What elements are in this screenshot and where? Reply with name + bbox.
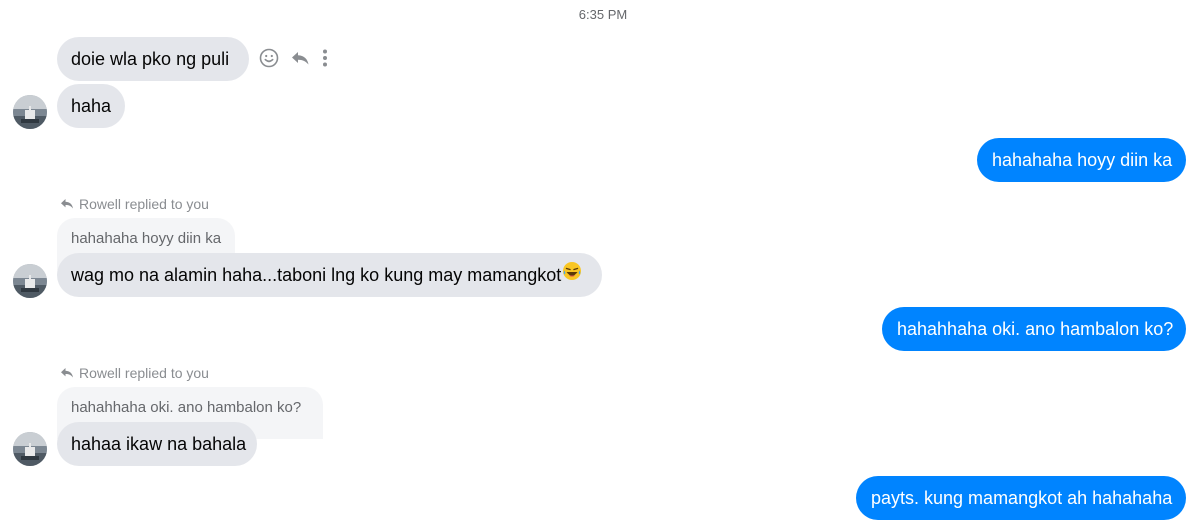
reply-arrow-icon xyxy=(61,368,73,378)
message-text: hahahaha hoyy diin ka xyxy=(992,150,1173,170)
outgoing-message[interactable]: payts. kung mamangkot ah hahahaha xyxy=(856,476,1186,520)
quoted-text: hahahaha hoyy diin ka xyxy=(71,230,222,247)
reply-indicator: Rowell replied to you xyxy=(60,196,209,212)
message-text: haha xyxy=(71,96,112,116)
message-text: hahahhaha oki. ano hambalon ko? xyxy=(897,319,1174,339)
reply-indicator-text: Rowell replied to you xyxy=(79,196,209,212)
quoted-text: hahahhaha oki. ano hambalon ko? xyxy=(71,399,302,416)
message-text: wag mo na alamin haha...taboni lng ko ku… xyxy=(71,265,562,285)
reply-arrow-icon xyxy=(61,199,73,209)
incoming-message[interactable]: haha xyxy=(57,84,125,128)
incoming-message[interactable]: doie wla pko ng puli xyxy=(57,37,249,81)
avatar[interactable] xyxy=(13,432,47,466)
incoming-message[interactable]: wag mo na alamin haha...taboni lng ko ku… xyxy=(57,253,602,297)
avatar[interactable] xyxy=(13,264,47,298)
message-text: payts. kung mamangkot ah hahahaha xyxy=(871,488,1173,508)
message-text: doie wla pko ng puli xyxy=(71,49,230,69)
reply-indicator-text: Rowell replied to you xyxy=(79,365,209,381)
outgoing-message[interactable]: hahahaha hoyy diin ka xyxy=(977,138,1186,182)
laughing-tears-emoji xyxy=(562,253,582,297)
smiley-icon[interactable] xyxy=(259,48,279,73)
avatar[interactable] xyxy=(13,95,47,129)
more-vertical-icon[interactable] xyxy=(321,48,329,73)
message-actions xyxy=(259,48,329,73)
incoming-message[interactable]: hahaa ikaw na bahala xyxy=(57,422,257,466)
reply-indicator: Rowell replied to you xyxy=(60,365,209,381)
message-timestamp: 6:35 PM xyxy=(578,7,628,22)
reply-arrow-icon[interactable] xyxy=(290,50,310,71)
message-text: hahaa ikaw na bahala xyxy=(71,434,247,454)
outgoing-message[interactable]: hahahhaha oki. ano hambalon ko? xyxy=(882,307,1186,351)
